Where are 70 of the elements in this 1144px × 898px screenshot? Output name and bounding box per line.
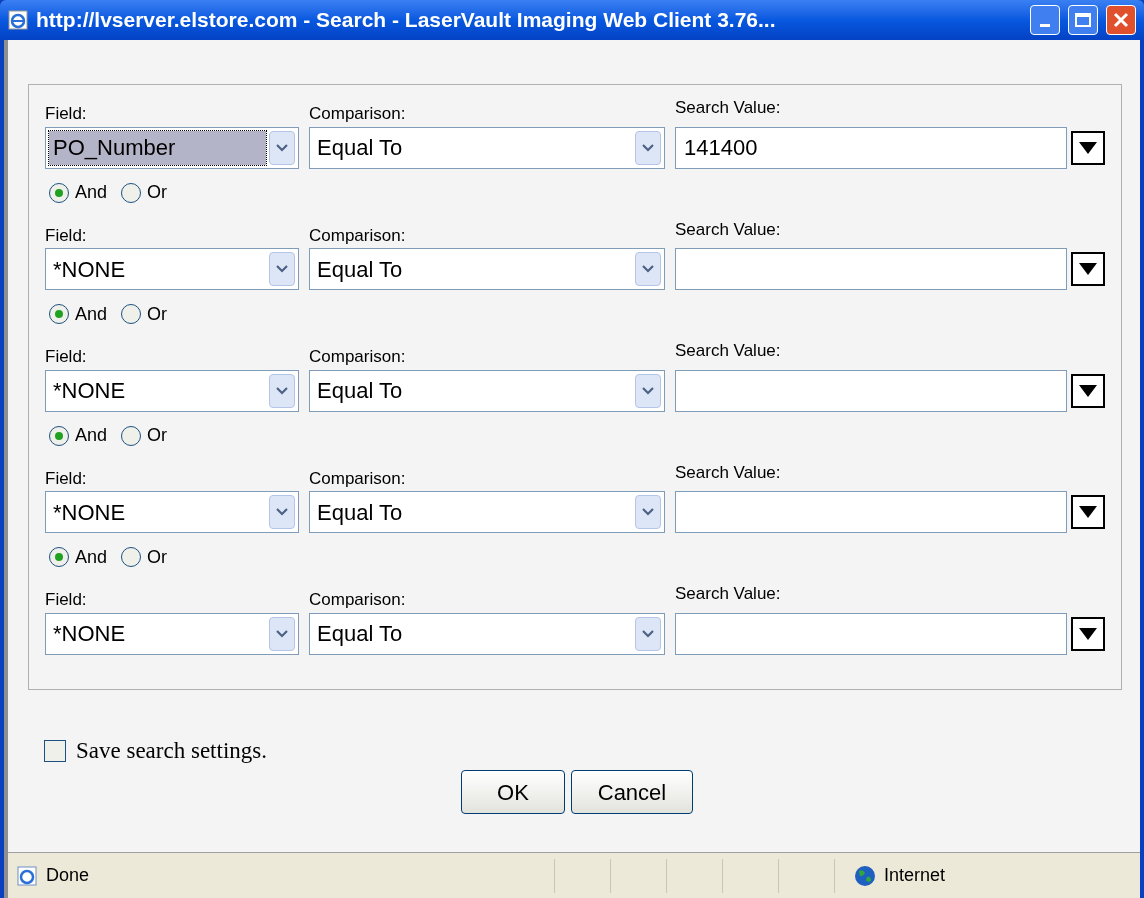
field-dropdown[interactable]: *NONE [45,612,299,655]
triangle-down-icon [1078,262,1098,276]
comparison-dropdown[interactable]: Equal To [309,126,665,169]
comparison-dropdown[interactable]: Equal To [309,491,665,533]
radio-label: Or [147,302,168,326]
comparison-label: Comparison: [309,589,407,611]
comparison-label: Comparison: [309,346,407,368]
comparison-label: Comparison: [309,103,407,125]
ok-button[interactable]: OK [461,770,565,814]
search-value-field[interactable] [675,369,1067,412]
page-icon [16,864,38,887]
close-icon [1113,12,1129,28]
comparison-dropdown[interactable]: Equal To [309,369,665,412]
minimize-button[interactable] [1030,5,1060,35]
cancel-button[interactable]: Cancel [571,770,693,814]
field-dropdown[interactable]: *NONE [45,491,299,533]
window-title: http://lvserver.elstore.com - Search - LaserVault Imaging Web Client 3.76... [36,7,777,34]
search-value-label: Search Value: [675,461,782,484]
radio-label: And [75,545,108,569]
field-dropdown[interactable]: *NONE [45,369,299,412]
comparison-label: Comparison: [309,224,407,247]
field-label: Field: [45,589,88,611]
status-text: Done [46,864,91,887]
radio-button[interactable] [49,182,69,203]
triangle-down-icon [1078,626,1098,641]
radio-button[interactable] [121,182,142,203]
dropdown-button[interactable] [1071,130,1105,165]
radio-button[interactable] [49,304,69,324]
radio-button[interactable] [49,547,69,567]
triangle-down-icon [1078,505,1098,519]
radio-label: Or [147,181,168,204]
field-label: Field: [45,346,88,368]
zone-text: Internet [884,864,946,887]
radio-button[interactable] [49,425,69,446]
radio-label: And [75,424,108,447]
radio-label: Or [147,424,168,447]
triangle-down-icon [1078,383,1098,398]
close-button[interactable] [1106,5,1136,35]
radio-label: And [75,302,108,326]
dropdown-button[interactable] [1071,495,1105,529]
checkbox-label: Save search settings. [76,736,267,765]
field-dropdown[interactable]: PO_Number [45,126,299,169]
field-label: Field: [45,224,88,247]
comparison-label: Comparison: [309,467,407,490]
search-value-label: Search Value: [675,218,782,241]
field-label: Field: [45,467,88,490]
browser-icon [8,10,28,30]
search-value-label: Search Value: [675,340,782,362]
radio-button[interactable] [121,304,142,324]
field-dropdown[interactable]: *NONE [45,248,299,290]
field-label: Field: [45,103,88,125]
search-value-field[interactable]: 141400 [675,126,1067,169]
comparison-dropdown[interactable]: Equal To [309,612,665,655]
globe-icon [854,864,876,887]
maximize-button[interactable] [1068,5,1098,35]
dropdown-button[interactable] [1071,252,1105,286]
dropdown-button[interactable] [1071,373,1105,408]
search-value-field[interactable] [675,612,1067,655]
radio-label: Or [147,545,168,569]
search-value-label: Search Value: [675,97,782,119]
dropdown-button[interactable] [1071,616,1105,651]
search-value-field[interactable] [675,248,1067,290]
comparison-dropdown[interactable]: Equal To [309,248,665,290]
radio-button[interactable] [121,425,142,446]
search-value-label: Search Value: [675,583,782,605]
radio-button[interactable] [121,547,142,567]
radio-label: And [75,181,108,204]
triangle-down-icon [1078,140,1098,155]
checkbox[interactable] [44,739,66,762]
search-value-field[interactable] [675,491,1067,533]
